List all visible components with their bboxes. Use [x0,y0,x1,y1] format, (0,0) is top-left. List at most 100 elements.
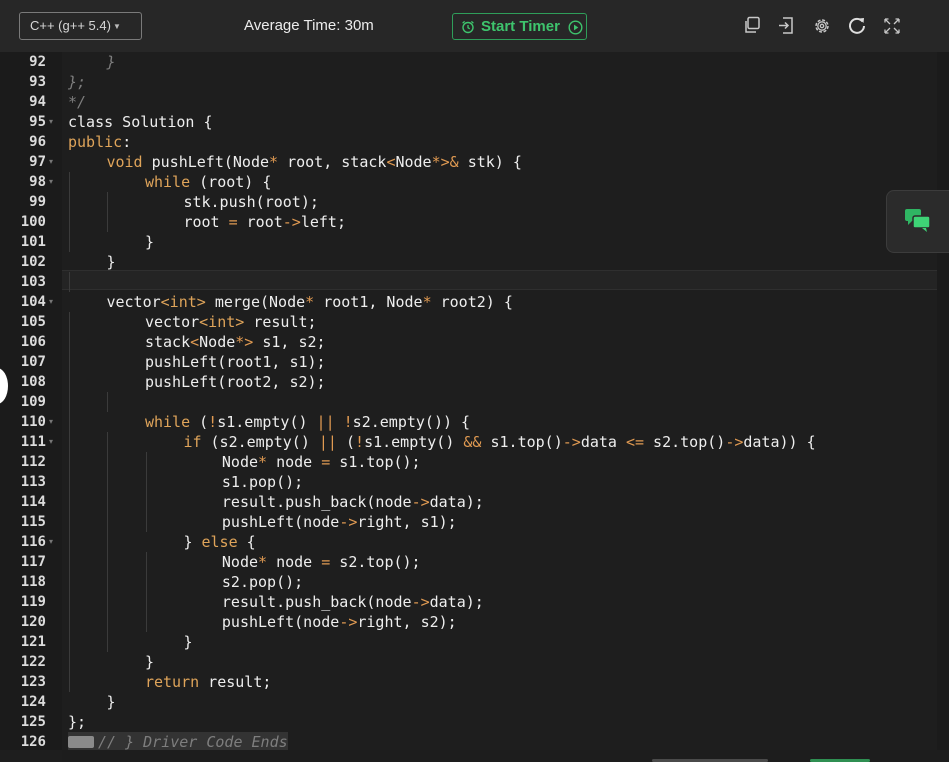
code-token: -> [411,593,430,611]
horizontal-scrollbar[interactable] [62,750,949,762]
code-line[interactable]: result.push_back(node->data); [222,592,484,612]
fold-toggle-icon[interactable]: ▾ [49,532,59,552]
code-token: s1, s2; [253,333,326,351]
code-line[interactable]: pushLeft(root2, s2); [145,372,326,392]
code-line[interactable]: } [145,652,154,672]
code-line[interactable]: pushLeft(root1, s1); [145,352,326,372]
fold-toggle-icon[interactable]: ▾ [49,152,59,172]
chat-button[interactable] [886,190,949,253]
language-select[interactable]: C++ (g++ 5.4) ▼ [19,12,142,40]
code-token: pushLeft(root1, s1); [144,353,326,371]
code-line[interactable]: pushLeft(node->right, s2); [222,612,457,632]
line-number: 115 [20,514,46,530]
indent-guide [145,492,147,512]
code-line[interactable]: } [106,252,115,272]
folded-region-icon[interactable] [68,736,94,748]
code-line[interactable]: void pushLeft(Node* root, stack<Node*>& … [106,152,521,172]
fold-toggle-icon[interactable]: ▾ [49,172,59,192]
code-token: s2.top(); [330,553,421,571]
code-line[interactable]: if (s2.empty() || (!s1.empty() && s1.top… [183,432,815,452]
line-number-gutter: 92 93 94 95 ▾ 96 97 ▾ 98 ▾ 99 100 101 102 103 104 ▾ 105 10… [0,52,62,750]
code-line[interactable]: vector<int> result; [145,312,317,332]
code-token: s1.empty() [364,433,464,451]
editor-toolbar: C++ (g++ 5.4) ▼ Average Time: 30m Start T… [0,0,949,52]
code-token: Node [221,553,259,571]
code-token: -> [339,513,358,531]
settings-gear-icon[interactable] [811,15,833,37]
code-token: pushLeft(node [221,613,340,631]
code-token: Node [221,453,259,471]
code-token: * [258,453,268,471]
code-token: node [267,553,322,571]
code-token: if [183,433,202,451]
indent-guide [69,172,70,192]
code-line[interactable]: return result; [145,672,271,692]
fold-toggle-icon[interactable]: ▾ [49,292,59,312]
code-token: < [190,333,200,351]
vertical-scrollbar[interactable] [937,52,949,750]
code-line[interactable]: } else { [183,532,255,552]
code-line[interactable]: // } Driver Code Ends [68,732,288,750]
line-number: 112 [20,454,46,470]
code-token: s2.pop(); [221,573,304,591]
language-select-value: C++ (g++ 5.4) [30,18,111,33]
copy-icon[interactable] [742,15,764,37]
code-token: ( [336,433,356,451]
code-line[interactable]: } [106,692,115,712]
fold-toggle-icon[interactable]: ▾ [49,432,59,452]
code-token: data); [429,493,484,511]
sign-in-icon[interactable] [776,15,798,37]
line-number: 104 [20,294,46,310]
code-line[interactable]: while (!s1.empty() || !s2.empty()) { [145,412,470,432]
fold-toggle-icon[interactable]: ▾ [49,112,59,132]
code-line[interactable]: */ [68,92,86,112]
line-number: 111 [20,434,46,450]
code-line[interactable]: }; [68,72,86,92]
fold-toggle-icon[interactable]: ▾ [49,412,59,432]
indent-guide [107,552,109,572]
indent-guide [107,632,109,652]
code-line[interactable]: s1.pop(); [222,472,303,492]
code-editor[interactable]: 92 93 94 95 ▾ 96 97 ▾ 98 ▾ 99 100 101 102 103 104 ▾ 105 10… [0,52,949,750]
line-number: 109 [20,394,46,410]
code-line[interactable]: public: [68,132,131,152]
code-token: <int> [160,293,206,311]
code-token: { [237,533,256,551]
indent-guide [69,472,70,492]
code-token: * [305,293,315,311]
start-timer-button[interactable]: Start Timer [452,13,587,40]
code-token: result; [244,313,317,331]
code-token: ! [208,413,218,431]
code-token: -> [282,213,301,231]
code-line[interactable]: } [183,632,192,652]
code-line[interactable]: vector<int> merge(Node* root1, Node* roo… [106,292,512,312]
code-line[interactable]: } [106,52,115,72]
code-line[interactable]: s2.pop(); [222,572,303,592]
code-line[interactable]: }; [68,712,86,732]
code-line[interactable]: stack<Node*> s1, s2; [145,332,326,352]
indent-guide [69,652,70,672]
indent-guide [69,332,70,352]
code-line[interactable]: class Solution { [68,112,213,132]
code-token: root2) { [431,293,513,311]
code-line[interactable]: pushLeft(node->right, s1); [222,512,457,532]
code-line[interactable]: result.push_back(node->data); [222,492,484,512]
code-line[interactable]: } [145,232,154,252]
code-line[interactable]: while (root) { [145,172,271,192]
code-token: (s2.empty() [201,433,319,451]
code-token: } [106,53,116,71]
code-token: } [144,653,154,671]
reset-icon[interactable] [846,15,868,37]
code-line[interactable]: root = root->left; [183,212,346,232]
indent-guide [107,592,109,612]
line-number: 114 [20,494,46,510]
code-line[interactable]: Node* node = s1.top(); [222,452,421,472]
code-token: stk) { [458,153,522,171]
code-line[interactable]: stk.push(root); [183,192,318,212]
code-line[interactable]: Node* node = s2.top(); [222,552,421,572]
line-number: 102 [20,254,46,270]
indent-guide [69,572,70,592]
fullscreen-icon[interactable] [881,15,903,37]
active-line-highlight [62,270,949,290]
line-number: 95 [29,114,46,130]
